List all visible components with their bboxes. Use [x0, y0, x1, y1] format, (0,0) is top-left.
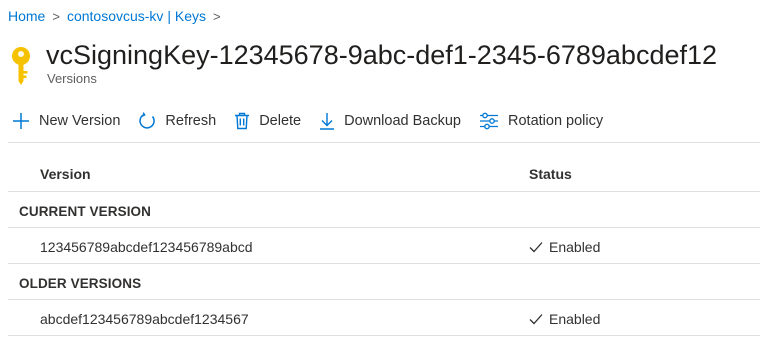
trash-icon: [235, 112, 250, 130]
download-icon: [320, 113, 335, 130]
breadcrumb-separator: >: [212, 8, 221, 24]
status-text: Enabled: [549, 239, 601, 255]
page-subtitle: Versions: [47, 71, 97, 86]
download-backup-label: Download Backup: [344, 113, 461, 129]
command-bar: New Version Refresh Delete Download Back…: [12, 106, 621, 136]
breadcrumb: Home > contosovcus-kv | Keys >: [8, 8, 228, 24]
page-header: vcSigningKey-12345678-9abc-def1-2345-678…: [8, 38, 717, 86]
group-header-older[interactable]: OLDER VERSIONS: [8, 264, 760, 300]
refresh-label: Refresh: [165, 113, 217, 129]
checkmark-icon: [529, 242, 543, 253]
new-version-button[interactable]: New Version: [12, 112, 120, 130]
checkmark-icon: [529, 314, 543, 325]
group-header-current[interactable]: CURRENT VERSION: [8, 192, 760, 228]
version-id[interactable]: abcdef123456789abcdef1234567: [40, 311, 249, 327]
rotation-policy-button[interactable]: Rotation policy: [479, 112, 603, 130]
group-label: OLDER VERSIONS: [19, 276, 142, 291]
version-id[interactable]: 123456789abcdef123456789abcd: [40, 239, 253, 255]
delete-button[interactable]: Delete: [234, 112, 301, 130]
versions-table: Version Status CURRENT VERSION 123456789…: [8, 142, 760, 336]
group-label: CURRENT VERSION: [19, 204, 152, 219]
download-backup-button[interactable]: Download Backup: [319, 112, 461, 130]
status-cell: Enabled: [529, 239, 600, 255]
page-title: vcSigningKey-12345678-9abc-def1-2345-678…: [46, 40, 718, 70]
delete-label: Delete: [259, 113, 302, 129]
refresh-icon: [139, 112, 156, 129]
key-icon: [12, 47, 30, 85]
column-header-version[interactable]: Version: [40, 166, 91, 182]
table-row[interactable]: abcdef123456789abcdef1234567 Enabled: [8, 300, 760, 336]
rotation-policy-label: Rotation policy: [508, 113, 604, 129]
table-header-row: Version Status: [8, 142, 760, 192]
column-header-status[interactable]: Status: [529, 166, 572, 182]
status-text: Enabled: [549, 311, 601, 327]
plus-icon: [13, 113, 29, 129]
sliders-icon: [480, 112, 498, 130]
refresh-button[interactable]: Refresh: [138, 112, 216, 130]
breadcrumb-separator: >: [52, 8, 60, 24]
status-cell: Enabled: [529, 311, 600, 327]
breadcrumb-keyvault-link[interactable]: contosovcus-kv | Keys: [67, 8, 206, 24]
new-version-label: New Version: [39, 113, 121, 129]
breadcrumb-home-link[interactable]: Home: [8, 8, 45, 24]
table-row[interactable]: 123456789abcdef123456789abcd Enabled: [8, 228, 760, 264]
